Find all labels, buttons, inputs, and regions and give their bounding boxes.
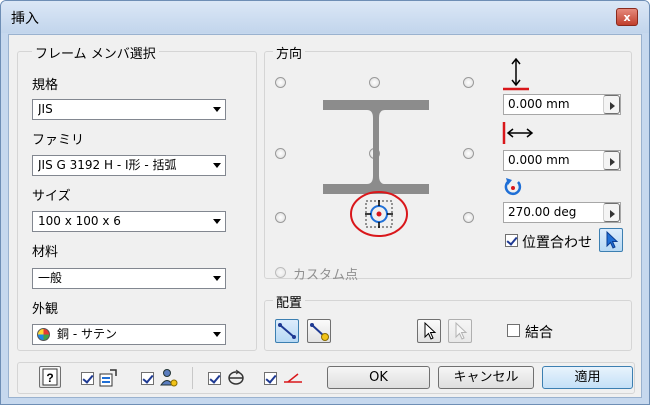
close-button[interactable]: x [616, 8, 638, 26]
frame-member-group: フレーム メンバ選択 規格 JIS ファミリ JIS G 3192 H - I形… [17, 43, 257, 351]
select-cursor-disabled-button[interactable] [448, 319, 472, 343]
option-checkbox-1[interactable] [81, 372, 94, 385]
placement-legend: 配置 [273, 292, 306, 311]
horizontal-offset-icon [502, 122, 534, 144]
svg-text:?: ? [46, 371, 53, 385]
vertical-offset-value: 0.000 mm [508, 97, 570, 111]
vertical-offset-field[interactable]: 0.000 mm [503, 94, 621, 115]
properties-icon [99, 369, 117, 387]
merge-checkbox[interactable] [507, 324, 520, 337]
user-settings-icon [160, 369, 178, 387]
selected-anchor-target-icon[interactable] [349, 189, 409, 239]
help-button[interactable]: ? [39, 366, 61, 388]
size-value: 100 x 100 x 6 [38, 214, 121, 228]
placement-group: 配置 結合 [264, 292, 632, 351]
orientation-legend: 方向 [273, 43, 306, 62]
spin-arrow-icon[interactable] [603, 151, 620, 170]
custom-point-radio[interactable] [275, 267, 286, 278]
option-checkbox-2[interactable] [141, 372, 154, 385]
orientation-group: 方向 カスタム点 0.000 mm 0.000 mm 270.00 deg 位置… [264, 43, 632, 283]
family-label: ファミリ [32, 133, 85, 148]
chevron-down-icon [213, 276, 221, 281]
size-select[interactable]: 100 x 100 x 6 [32, 211, 226, 232]
anchor-radio-middle-right[interactable] [463, 148, 474, 159]
rotation-icon [504, 178, 522, 196]
family-value: JIS G 3192 H - I形 - 括弧 [38, 158, 177, 172]
rotation-field[interactable]: 270.00 deg [503, 202, 621, 223]
anchor-radio-top-center[interactable] [369, 77, 380, 88]
align-checkbox[interactable] [505, 234, 518, 247]
chevron-down-icon [213, 219, 221, 224]
align-label: 位置合わせ [522, 235, 592, 251]
anchor-radio-bottom-left[interactable] [275, 212, 286, 223]
rotate-view-icon [228, 369, 244, 385]
placement-point-button[interactable] [307, 319, 331, 343]
spin-arrow-icon[interactable] [603, 203, 620, 222]
cursor-arrow-icon [606, 230, 619, 249]
apply-button[interactable]: 適用 [542, 366, 633, 389]
frame-member-legend: フレーム メンバ選択 [32, 43, 159, 62]
merge-label: 結合 [525, 325, 553, 341]
dialog-body: フレーム メンバ選択 規格 JIS ファミリ JIS G 3192 H - I形… [8, 34, 642, 398]
cursor-arrow-icon [455, 321, 468, 340]
horizontal-offset-value: 0.000 mm [508, 153, 570, 167]
point-placement-icon [310, 323, 329, 341]
family-select[interactable]: JIS G 3192 H - I形 - 括弧 [32, 155, 226, 176]
angle-icon [284, 373, 302, 383]
spin-arrow-icon[interactable] [603, 95, 620, 114]
chevron-down-icon [213, 332, 221, 337]
option-checkbox-4[interactable] [264, 372, 277, 385]
material-value: 一般 [38, 271, 63, 285]
i-beam-profile-icon [323, 100, 429, 194]
option-checkbox-3[interactable] [208, 372, 221, 385]
toolbar-separator [192, 367, 193, 389]
placement-line-button[interactable] [275, 319, 299, 343]
help-icon: ? [42, 368, 58, 386]
anchor-radio-middle-left[interactable] [275, 148, 286, 159]
close-icon: x [623, 11, 631, 24]
dialog-title: 挿入 [11, 11, 39, 27]
standard-select[interactable]: JIS [32, 99, 226, 120]
insert-dialog: 挿入 x フレーム メンバ選択 規格 JIS ファミリ JIS G 3192 H… [0, 0, 650, 405]
ok-button[interactable]: OK [327, 366, 430, 389]
custom-point-label: カスタム点 [293, 268, 359, 283]
cursor-arrow-icon [424, 321, 437, 340]
chevron-down-icon [213, 107, 221, 112]
rotation-value: 270.00 deg [508, 205, 577, 219]
anchor-radio-bottom-right[interactable] [463, 212, 474, 223]
appearance-swatch-icon [37, 328, 50, 341]
apply-button-label: 適用 [574, 370, 601, 385]
appearance-label: 外観 [32, 302, 59, 317]
anchor-radio-top-right[interactable] [463, 77, 474, 88]
bottom-toolbar: ? OK キャンセル 適用 [17, 362, 635, 394]
chevron-down-icon [213, 163, 221, 168]
title-bar: 挿入 x [1, 1, 649, 33]
appearance-value: 銅 - サテン [57, 327, 117, 341]
cancel-button[interactable]: キャンセル [438, 366, 534, 389]
vertical-offset-icon [503, 58, 529, 91]
line-placement-icon [278, 323, 296, 339]
standard-value: JIS [38, 102, 53, 116]
standard-label: 規格 [32, 78, 59, 93]
align-select-button[interactable] [599, 228, 623, 252]
horizontal-offset-field[interactable]: 0.000 mm [503, 150, 621, 171]
cancel-button-label: キャンセル [453, 370, 519, 385]
select-cursor-button[interactable] [417, 319, 441, 343]
anchor-radio-top-left[interactable] [275, 77, 286, 88]
appearance-select[interactable]: 銅 - サテン [32, 324, 226, 345]
material-label: 材料 [32, 245, 59, 260]
size-label: サイズ [32, 189, 71, 204]
ok-button-label: OK [369, 370, 388, 385]
material-select[interactable]: 一般 [32, 268, 226, 289]
